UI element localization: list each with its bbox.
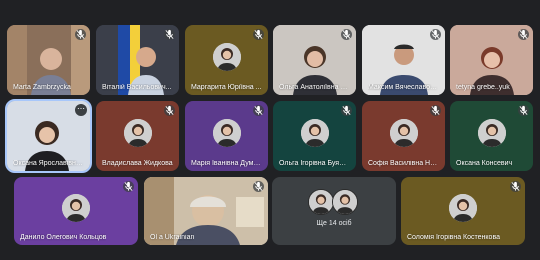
mic-muted-icon <box>518 29 529 40</box>
participant-tile[interactable]: Владислава Жидкова <box>96 101 179 171</box>
mic-muted-icon <box>253 29 264 40</box>
mic-muted-icon <box>510 181 521 192</box>
participant-tile[interactable]: Марія Іванівна Думан... <box>185 101 268 171</box>
participant-name: Оксана Консевич <box>456 160 513 167</box>
participant-tile[interactable]: Оксана Консевич <box>450 101 533 171</box>
participant-name: Владислава Жидкова <box>102 160 173 167</box>
participant-name: Ольга Ігорівна Буяльс... <box>279 160 350 167</box>
mic-muted-icon <box>75 29 86 40</box>
participant-name: Данило Олегович Кольцов <box>20 234 107 241</box>
avatar <box>477 119 506 148</box>
participant-tile[interactable]: Ol a Ukrainian <box>144 177 268 245</box>
participant-name: Віталій Васильович... <box>102 84 172 91</box>
mic-muted-icon <box>430 29 441 40</box>
mic-muted-icon <box>164 105 175 116</box>
more-participants-tile[interactable]: Ще 14 осіб <box>272 177 396 245</box>
participant-tile[interactable]: Ольга Анатоліївна Де... <box>273 25 356 95</box>
participant-name: Ol a Ukrainian <box>150 234 195 241</box>
participant-tile[interactable]: Максим Вячеславови... <box>362 25 445 95</box>
participant-tile[interactable]: Данило Олегович Кольцов <box>14 177 138 245</box>
participant-name: Маргарита Юріївна ... <box>191 84 262 91</box>
participant-tile[interactable]: Ольга Ігорівна Буяльс... <box>273 101 356 171</box>
avatar <box>389 119 418 148</box>
mic-muted-icon <box>253 181 264 192</box>
more-participants-label: Ще 14 осіб <box>316 220 352 227</box>
participant-tile[interactable]: tetyna grebe..yuk <box>450 25 533 95</box>
participant-name: Марія Іванівна Думан... <box>191 160 262 167</box>
participant-name: tetyna grebe..yuk <box>456 84 510 91</box>
mic-muted-icon <box>341 29 352 40</box>
participant-tile[interactable]: ⋯ Оксана Ярославівна ... <box>5 99 92 173</box>
participant-tile[interactable]: Соломія Ігорівна Костенкова <box>401 177 525 245</box>
participant-name: Соломія Ігорівна Костенкова <box>407 234 500 241</box>
avatar <box>308 189 334 215</box>
mic-muted-icon <box>430 105 441 116</box>
mic-muted-icon <box>341 105 352 116</box>
mic-muted-icon <box>123 181 134 192</box>
participant-tile[interactable]: Маргарита Юріївна ... <box>185 25 268 95</box>
avatar <box>212 43 241 72</box>
participant-tile[interactable]: Віталій Васильович... <box>96 25 179 95</box>
avatar <box>300 119 329 148</box>
participant-name: Ольга Анатоліївна Де... <box>279 84 350 91</box>
mic-muted-icon <box>164 29 175 40</box>
participant-name: Софія Василівна Неч... <box>368 160 439 167</box>
mic-muted-icon <box>253 105 264 116</box>
participant-tile[interactable]: Софія Василівна Неч... <box>362 101 445 171</box>
avatar <box>449 194 477 223</box>
mic-muted-icon <box>518 105 529 116</box>
participant-name: Marta Zambrzycka <box>13 84 71 91</box>
participant-tile[interactable]: Marta Zambrzycka <box>7 25 90 95</box>
avatar <box>123 119 152 148</box>
avatar <box>62 194 90 223</box>
more-options-icon[interactable]: ⋯ <box>75 104 87 116</box>
avatar <box>212 119 241 148</box>
participant-name: Максим Вячеславови... <box>368 84 439 91</box>
avatar <box>332 189 358 215</box>
participant-name: Оксана Ярославівна ... <box>13 160 84 167</box>
